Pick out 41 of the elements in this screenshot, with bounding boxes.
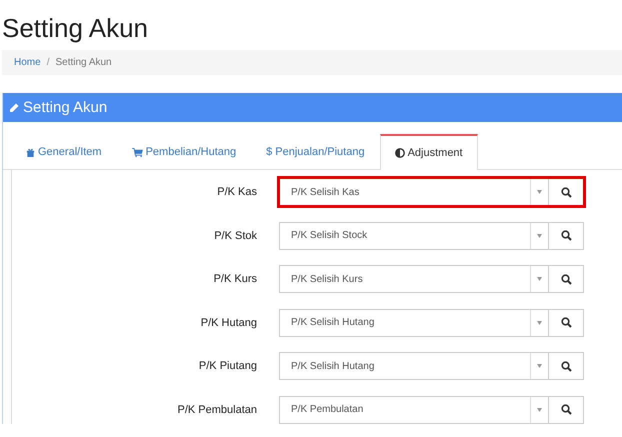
search-icon xyxy=(560,274,572,284)
account-dropdown[interactable]: P/K Pembulatan xyxy=(279,396,549,424)
page-title: Setting Akun xyxy=(2,12,149,44)
search-button[interactable] xyxy=(549,396,584,424)
caret-icon xyxy=(537,190,542,194)
tab[interactable]: $ Penjualan/Piutang xyxy=(251,134,380,169)
search-icon xyxy=(560,404,572,415)
field-label: P/K Kurs xyxy=(212,273,258,285)
caret-icon xyxy=(537,234,542,238)
search-button[interactable] xyxy=(549,222,584,250)
caret-icon xyxy=(537,277,542,281)
caret-icon xyxy=(537,364,542,368)
field-label: P/K Kas xyxy=(216,186,258,198)
breadcrumb-separator: / xyxy=(46,57,50,68)
account-dropdown[interactable]: P/K Selisih Hutang xyxy=(279,308,549,336)
field-label: P/K Piutang xyxy=(198,360,258,372)
breadcrumb-current: Setting Akun xyxy=(55,57,112,68)
search-icon xyxy=(560,230,572,241)
search-icon xyxy=(560,317,572,328)
tab[interactable]: Adjustment xyxy=(380,134,478,170)
caret-icon xyxy=(537,408,542,412)
account-dropdown[interactable]: P/K Selisih Hutang xyxy=(279,352,549,380)
caret-icon xyxy=(537,320,542,324)
field-label: P/K Stok xyxy=(213,230,258,242)
search-icon xyxy=(560,186,572,198)
half-circle-icon xyxy=(394,148,405,158)
account-dropdown[interactable]: P/K Selisih Kurs xyxy=(279,265,549,293)
search-button[interactable] xyxy=(549,352,584,380)
tab[interactable]: Pembelian/Hutang xyxy=(116,134,252,169)
search-button[interactable] xyxy=(549,308,584,336)
search-icon xyxy=(560,360,572,372)
pencil-icon xyxy=(9,102,19,112)
search-button[interactable] xyxy=(549,265,584,293)
panel-title: Setting Akun xyxy=(23,99,108,116)
account-dropdown[interactable]: P/K Selisih Stock xyxy=(279,222,549,250)
cart-icon xyxy=(132,148,143,156)
tab[interactable]: General/Item xyxy=(11,134,117,169)
field-label: P/K Hutang xyxy=(200,316,258,328)
field-label: P/K Pembulatan xyxy=(176,404,258,416)
gift-icon xyxy=(26,148,35,156)
breadcrumb-link[interactable]: Home xyxy=(14,57,41,68)
